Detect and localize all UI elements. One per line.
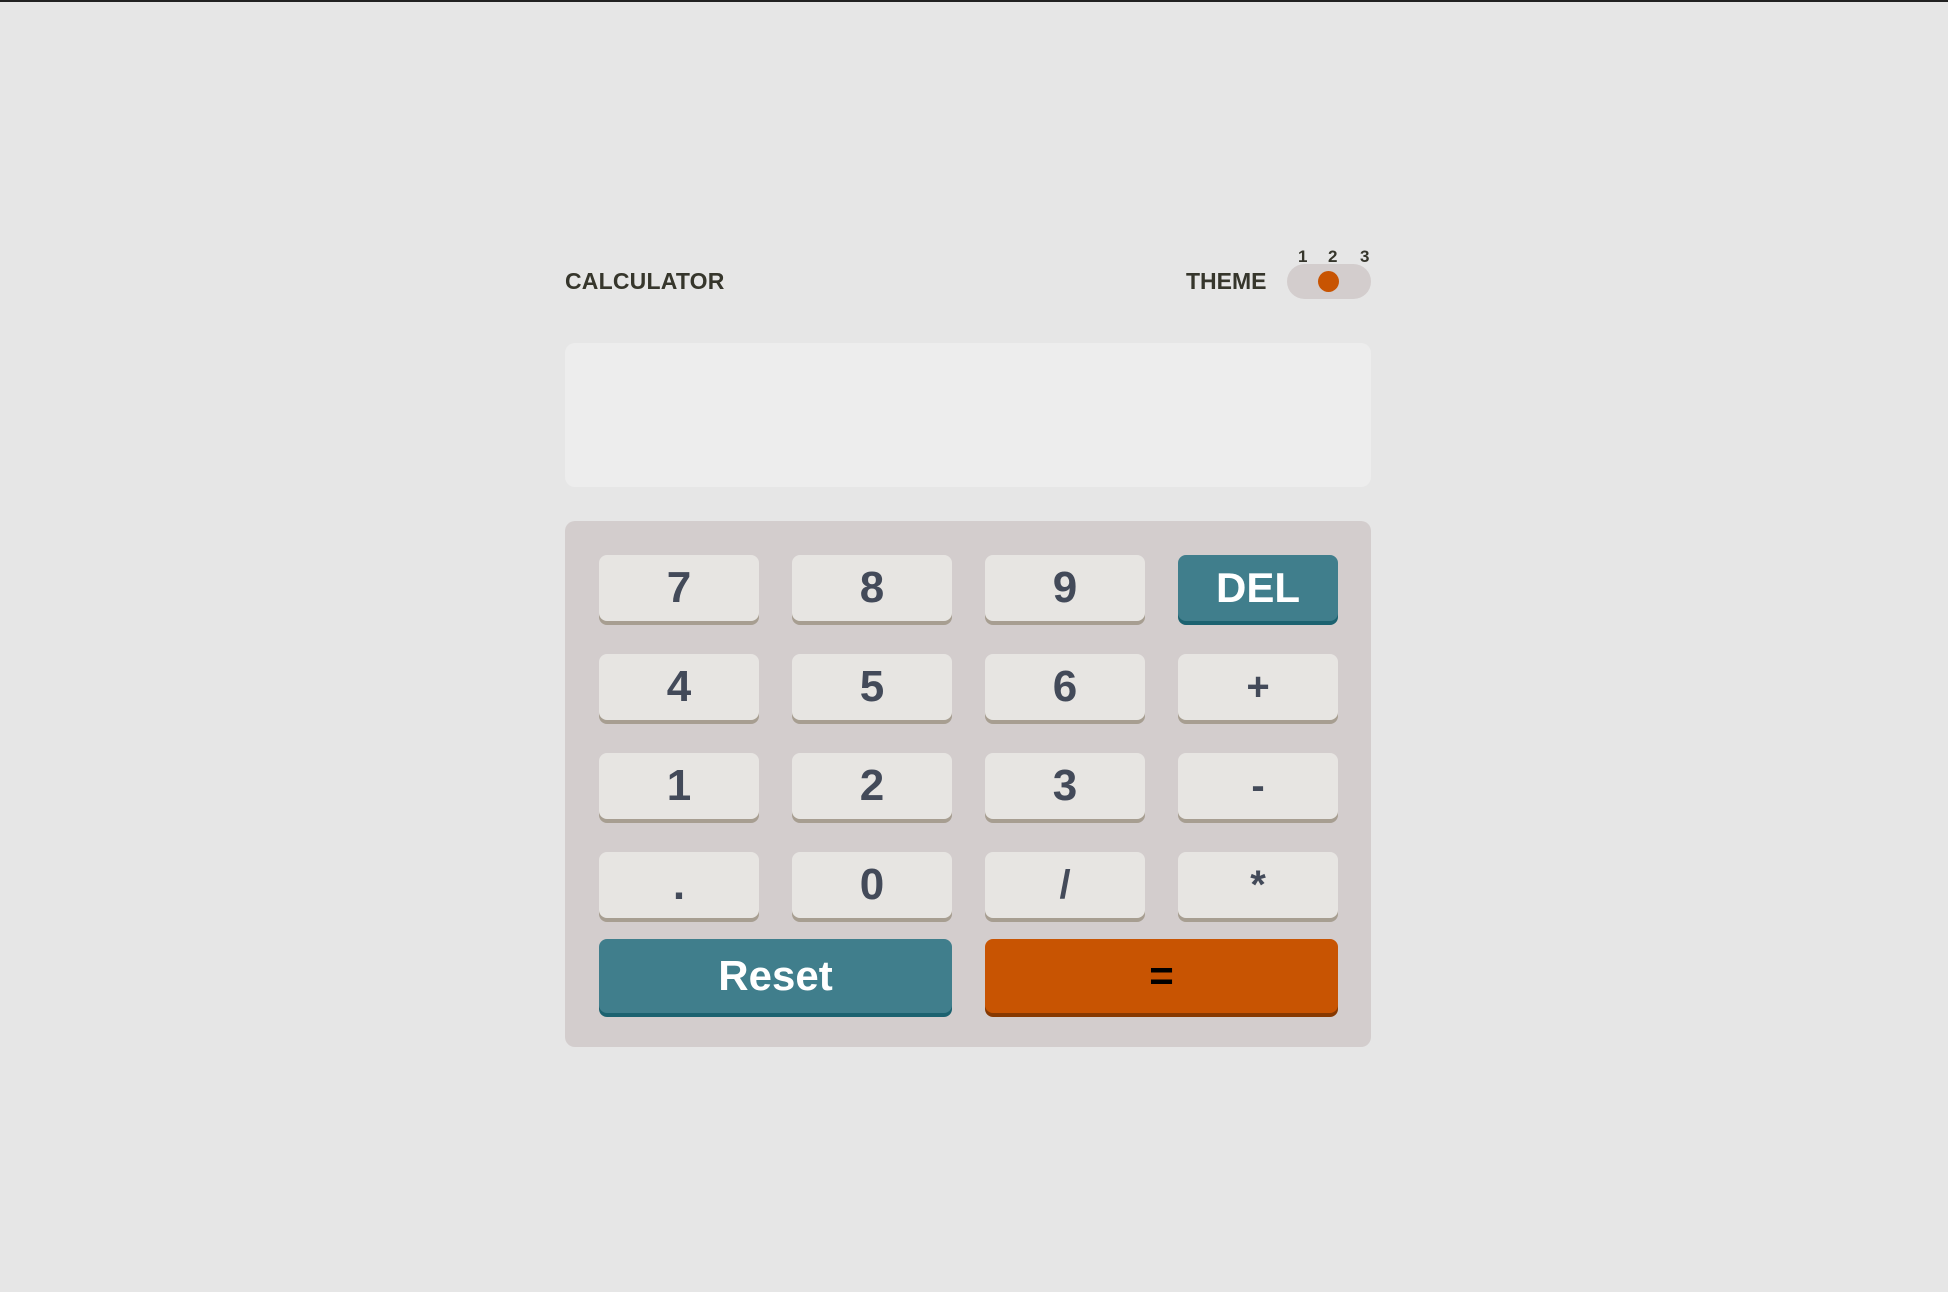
- divide-button[interactable]: /: [985, 852, 1145, 918]
- key-5[interactable]: 5: [792, 654, 952, 720]
- key-0[interactable]: 0: [792, 852, 952, 918]
- theme-toggle[interactable]: [1287, 264, 1371, 299]
- theme-option-3-label: 3: [1360, 247, 1370, 266]
- theme-toggle-knob[interactable]: [1318, 271, 1339, 292]
- decimal-button[interactable]: .: [599, 852, 759, 918]
- key-2[interactable]: 2: [792, 753, 952, 819]
- key-9[interactable]: 9: [985, 555, 1145, 621]
- key-8[interactable]: 8: [792, 555, 952, 621]
- key-7[interactable]: 7: [599, 555, 759, 621]
- key-3[interactable]: 3: [985, 753, 1145, 819]
- keypad: 7 8 9 DEL 4 5 6 + 1 2 3 - . 0 / * Reset …: [565, 521, 1371, 1047]
- calculator-app: CALCULATOR THEME 1 2 3 7 8 9 DEL 4 5 6 +…: [565, 242, 1371, 1047]
- equals-button[interactable]: =: [985, 939, 1338, 1013]
- plus-button[interactable]: +: [1178, 654, 1338, 720]
- key-6[interactable]: 6: [985, 654, 1145, 720]
- app-title: CALCULATOR: [565, 268, 725, 294]
- minus-button[interactable]: -: [1178, 753, 1338, 819]
- reset-button[interactable]: Reset: [599, 939, 952, 1013]
- theme-label: THEME: [1186, 268, 1267, 294]
- calculator-display: [565, 343, 1371, 487]
- key-1[interactable]: 1: [599, 753, 759, 819]
- key-4[interactable]: 4: [599, 654, 759, 720]
- multiply-button[interactable]: *: [1178, 852, 1338, 918]
- calculator-header: CALCULATOR THEME 1 2 3: [565, 242, 1371, 302]
- delete-button[interactable]: DEL: [1178, 555, 1338, 621]
